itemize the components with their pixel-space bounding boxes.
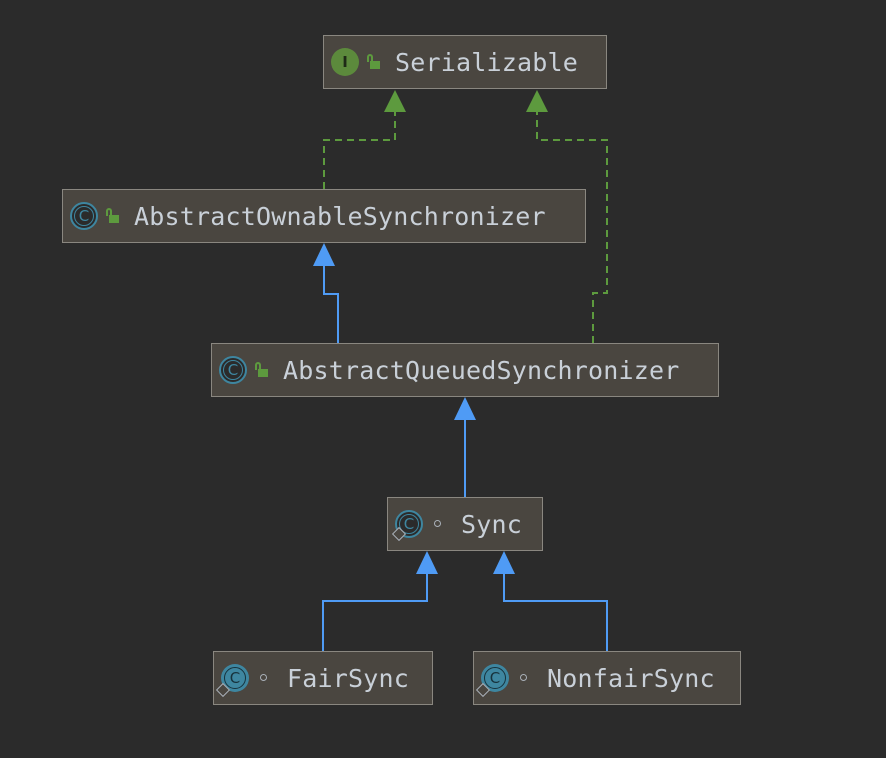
- node-abstract-ownable-synchronizer[interactable]: C AbstractOwnableSynchronizer: [62, 189, 586, 243]
- node-serializable[interactable]: I Serializable: [323, 35, 607, 89]
- arrowhead-sync-aqs: [454, 397, 476, 420]
- arrowhead-aqs-aos: [313, 243, 335, 266]
- node-label: AbstractQueuedSynchronizer: [283, 355, 680, 385]
- arrowhead-aos-serializable: [384, 90, 406, 112]
- static-abstract-class-icon: C: [391, 510, 423, 542]
- public-lock-icon: [255, 362, 269, 378]
- abstract-class-icon: C: [219, 356, 247, 384]
- static-class-icon: C: [475, 664, 509, 698]
- edge-aqs-extends-aos: [323, 266, 339, 343]
- package-private-dot-icon: [517, 670, 531, 686]
- node-label: Serializable: [395, 47, 579, 77]
- interface-icon: I: [331, 48, 359, 76]
- edge-fairsync-extends-sync: [322, 574, 428, 651]
- arrowhead-aqs-serializable: [526, 90, 548, 112]
- node-label: NonfairSync: [547, 663, 715, 693]
- arrowhead-fairsync-sync: [416, 551, 438, 574]
- node-abstract-queued-synchronizer[interactable]: C AbstractQueuedSynchronizer: [211, 343, 719, 397]
- node-label: Sync: [461, 509, 523, 539]
- public-lock-icon: [106, 208, 120, 224]
- package-private-dot-icon: [431, 516, 445, 532]
- edge-nonfairsync-extends-sync: [503, 574, 608, 651]
- package-private-dot-icon: [257, 670, 271, 686]
- edge-aos-implements-serializable: [323, 112, 396, 189]
- node-fair-sync[interactable]: C FairSync: [213, 651, 433, 705]
- node-label: FairSync: [287, 663, 410, 693]
- arrowhead-nonfairsync-sync: [493, 551, 515, 574]
- static-class-icon: C: [215, 664, 249, 698]
- node-label: AbstractOwnableSynchronizer: [134, 201, 546, 231]
- class-hierarchy-diagram: I Serializable C AbstractOwnableSynchron…: [0, 0, 886, 758]
- static-marker-icon: [475, 682, 491, 698]
- static-marker-icon: [215, 682, 231, 698]
- public-lock-icon: [367, 54, 381, 70]
- node-nonfair-sync[interactable]: C NonfairSync: [473, 651, 741, 705]
- abstract-class-icon: C: [70, 202, 98, 230]
- node-sync[interactable]: C Sync: [387, 497, 543, 551]
